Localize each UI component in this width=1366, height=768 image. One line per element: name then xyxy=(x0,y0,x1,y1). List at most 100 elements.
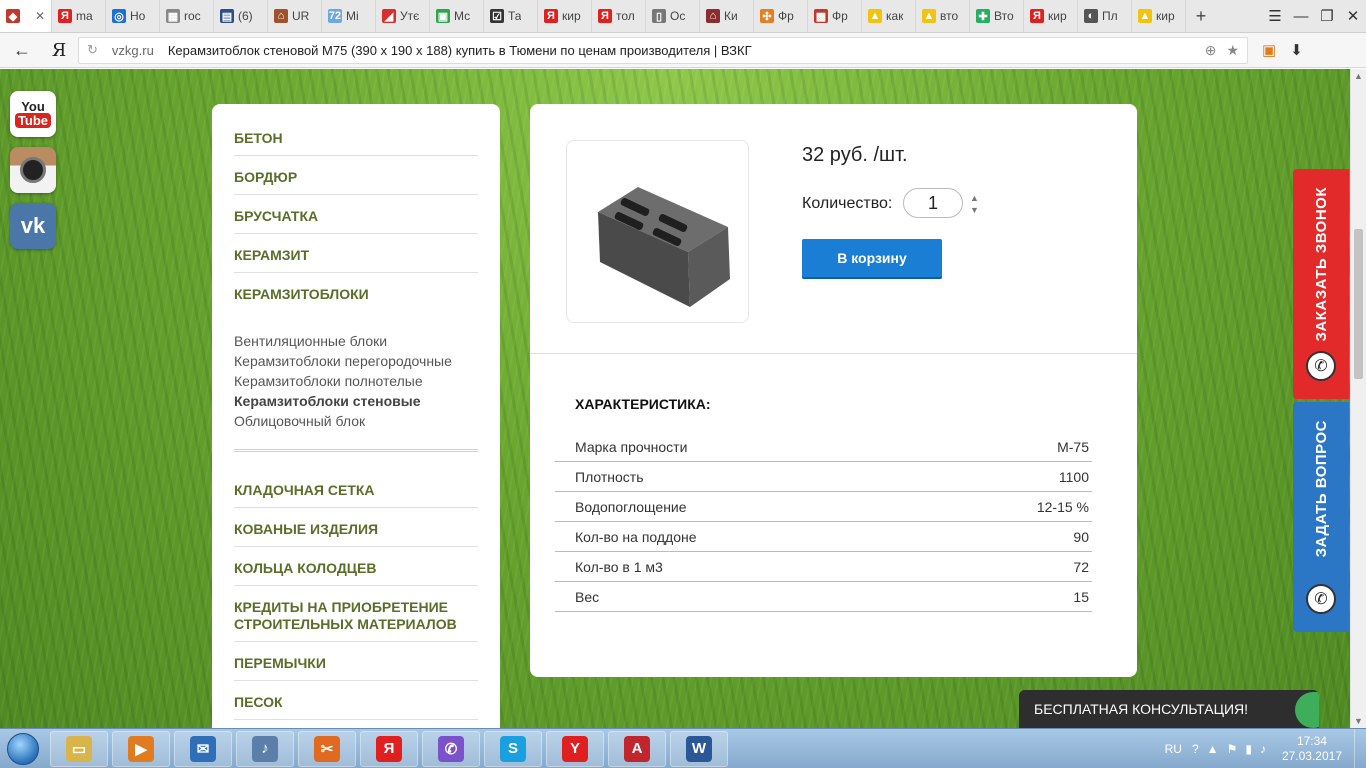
yandex-logo-icon[interactable]: Я xyxy=(44,40,74,61)
spec-row: Водопоглощение 12-15 % xyxy=(555,492,1092,522)
sidebar-category[interactable]: БЕТОН xyxy=(234,126,478,156)
add-to-cart-button[interactable]: В корзину xyxy=(802,239,942,279)
sidebar-subcategory[interactable]: Облицовочный блок xyxy=(234,411,478,431)
browser-tab[interactable]: ✚ Вто xyxy=(970,0,1024,32)
sidebar-category[interactable]: БРУСЧАТКА xyxy=(234,204,478,234)
volume-icon[interactable]: ♪ xyxy=(1260,742,1266,756)
browser-tab[interactable]: ▤ (6) xyxy=(214,0,268,32)
scrollbar-thumb[interactable] xyxy=(1354,229,1363,379)
browser-tab[interactable]: ▩ Фр xyxy=(808,0,862,32)
youtube-link[interactable]: You Tube xyxy=(10,91,56,137)
category-sidebar: БЕТОН БОРДЮР БРУСЧАТКА КЕРАМЗИТ КЕРАМЗИТОБЛО… xyxy=(212,104,500,728)
sidebar-category[interactable]: ПЕСОК xyxy=(234,690,478,720)
browser-tab[interactable]: ◎ Но xyxy=(106,0,160,32)
taskbar-app-autocad[interactable]: A xyxy=(608,730,666,767)
start-button[interactable] xyxy=(0,729,46,768)
free-consultation-widget[interactable]: БЕСПЛАТНАЯ КОНСУЛЬТАЦИЯ! xyxy=(1019,690,1319,728)
browser-tab[interactable]: ▲ кир xyxy=(1132,0,1186,32)
browser-tab[interactable]: Яma xyxy=(52,0,106,32)
tab-favicon-icon: ▤ xyxy=(220,9,234,23)
sidebar-category[interactable]: ПЕРЕМЫЧКИ xyxy=(234,651,478,681)
browser-tab[interactable]: ◐ Пл xyxy=(1078,0,1132,32)
browser-toolbar: ← Я ↻ vzkg.ru Керамзитоблок стеновой М75… xyxy=(0,33,1366,68)
downloads-icon[interactable]: ⬇ xyxy=(1290,41,1303,59)
browser-tab[interactable]: ◢ Утє xyxy=(376,0,430,32)
instagram-icon[interactable] xyxy=(10,147,56,193)
browser-tab[interactable]: ▦ roc xyxy=(160,0,214,32)
browser-tab[interactable]: ✣ Фр xyxy=(754,0,808,32)
sidebar-category[interactable]: КЕРАМЗИТОБЛОКИ xyxy=(234,282,478,311)
bookmark-star-icon[interactable]: ★ xyxy=(1226,42,1239,59)
taskbar-app-skype[interactable]: S xyxy=(484,730,542,767)
browser-tab[interactable]: ☑ Та xyxy=(484,0,538,32)
ask-question-button[interactable]: ЗАДАТЬ ВОПРОС ✆ xyxy=(1293,402,1349,632)
sidebar-subcategory[interactable]: Керамзитоблоки стеновые xyxy=(234,391,478,411)
scroll-down-icon[interactable]: ▼ xyxy=(1354,716,1363,726)
order-call-label: ЗАКАЗАТЬ ЗВОНОК xyxy=(1312,187,1330,342)
clock[interactable]: 17:34 27.03.2017 xyxy=(1282,734,1342,764)
flag-icon[interactable]: ⚑ xyxy=(1227,742,1238,756)
skype-icon: S xyxy=(500,735,526,762)
taskbar-app-viber[interactable]: ✆ xyxy=(422,730,480,767)
sidebar-category[interactable]: БОРДЮР xyxy=(234,165,478,195)
help-icon[interactable]: ? xyxy=(1192,742,1199,756)
minimize-icon[interactable]: — xyxy=(1288,0,1314,33)
browser-tab[interactable]: ⌂ UR xyxy=(268,0,322,32)
sidebar-subcategory[interactable]: Керамзитоблоки перегородочные xyxy=(234,351,478,371)
tray-arrow-icon[interactable]: ▲ xyxy=(1207,742,1219,756)
browser-tab[interactable]: Якир xyxy=(1024,0,1078,32)
browser-tab[interactable]: Якир xyxy=(538,0,592,32)
taskbar-app-volume-app[interactable]: ♪ xyxy=(236,730,294,767)
page-scrollbar[interactable]: ▲ ▼ xyxy=(1350,69,1366,728)
sidebar-category[interactable]: КОВАНЫЕ ИЗДЕЛИЯ xyxy=(234,517,478,547)
leaf-icon xyxy=(1295,692,1319,728)
browser-tab[interactable]: ▣ Мс xyxy=(430,0,484,32)
taskbar-app-yandex-browser[interactable]: Y xyxy=(546,730,604,767)
scroll-up-icon[interactable]: ▲ xyxy=(1354,71,1363,81)
taskbar-app-explorer[interactable]: ▭ xyxy=(50,730,108,767)
vk-icon[interactable]: vk xyxy=(10,203,56,249)
reload-icon[interactable]: ↻ xyxy=(87,42,98,58)
address-bar[interactable]: ↻ vzkg.ru Керамзитоблок стеновой М75 (39… xyxy=(78,36,1248,64)
product-image[interactable] xyxy=(566,140,749,323)
browser-tab[interactable]: 72 Mi xyxy=(322,0,376,32)
clock-date: 27.03.2017 xyxy=(1281,748,1342,763)
tab-favicon-icon: ▲ xyxy=(922,9,936,23)
order-call-button[interactable]: ЗАКАЗАТЬ ЗВОНОК ✆ xyxy=(1293,169,1349,399)
browser-tab[interactable]: ◆ ✕ xyxy=(0,0,52,32)
network-icon[interactable]: ▮ xyxy=(1245,742,1252,756)
translate-icon[interactable]: ⊕ xyxy=(1205,42,1217,59)
sidebar-category[interactable]: КЛАДОЧНАЯ СЕТКА xyxy=(234,478,478,508)
show-desktop-button[interactable] xyxy=(1354,728,1366,768)
close-tab-icon[interactable]: ✕ xyxy=(35,9,45,23)
browser-tab[interactable]: ▲ как xyxy=(862,0,916,32)
taskbar-app-tool-app[interactable]: ✂ xyxy=(298,730,356,767)
taskbar-app-media-player[interactable]: ▶ xyxy=(112,730,170,767)
browser-tab[interactable]: ⌂ Ки xyxy=(700,0,754,32)
back-arrow-icon[interactable]: ← xyxy=(0,40,44,61)
taskbar-app-mail[interactable]: ✉ xyxy=(174,730,232,767)
tab-favicon-icon: ◢ xyxy=(382,9,396,23)
browser-tab[interactable]: ▯ Ос xyxy=(646,0,700,32)
sidebar-category[interactable]: КОЛЬЦА КОЛОДЦЕВ xyxy=(234,556,478,586)
taskbar-app-yandex[interactable]: Я xyxy=(360,730,418,767)
sidebar-subcategory[interactable]: Керамзитоблоки полнотелые xyxy=(234,371,478,391)
extension-icon[interactable]: ▣ xyxy=(1262,41,1276,59)
sidebar-subcategory[interactable]: Вентиляционные блоки xyxy=(234,331,478,351)
menu-icon[interactable]: ☰ xyxy=(1262,0,1288,33)
language-indicator[interactable]: RU xyxy=(1165,742,1182,756)
browser-tab[interactable]: ▲ вто xyxy=(916,0,970,32)
camera-lens-icon xyxy=(20,157,46,183)
quantity-stepper[interactable]: ▲ ▼ xyxy=(970,192,979,216)
close-window-icon[interactable]: ✕ xyxy=(1340,0,1366,33)
product-card: 32 руб. /шт. Количество: ▲▼ В корзину ХА… xyxy=(530,104,1137,677)
spec-value: 72 xyxy=(1073,558,1089,575)
maximize-icon[interactable]: ❐ xyxy=(1314,0,1340,33)
browser-tab[interactable]: Ятол xyxy=(592,0,646,32)
quantity-input[interactable] xyxy=(903,188,963,218)
sidebar-category[interactable]: КРЕДИТЫ НА ПРИОБРЕТЕНИЕ СТРОИТЕЛЬНЫХ МАТ… xyxy=(234,595,478,642)
taskbar-app-word[interactable]: W xyxy=(670,730,728,767)
new-tab-button[interactable]: + xyxy=(1186,0,1216,32)
tab-favicon-icon: ✣ xyxy=(760,9,774,23)
sidebar-category[interactable]: КЕРАМЗИТ xyxy=(234,243,478,273)
